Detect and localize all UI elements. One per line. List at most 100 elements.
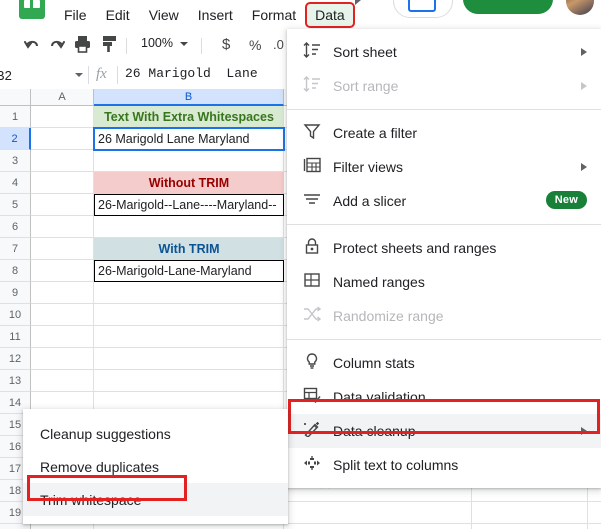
lightbulb-icon — [303, 353, 333, 373]
toolbar-divider-2 — [201, 38, 202, 54]
row-header-5[interactable]: 5 — [0, 194, 31, 216]
print-icon[interactable] — [74, 35, 91, 57]
menu-item-data-validation[interactable]: Data validation — [287, 380, 601, 414]
row-header-2[interactable]: 2 — [0, 128, 31, 150]
menu-item-data-cleanup[interactable]: Data cleanup — [287, 414, 601, 448]
cell-b1[interactable]: Text With Extra Whitespaces — [94, 106, 284, 128]
menu-item-column-stats[interactable]: Column stats — [287, 346, 601, 380]
paint-format-icon[interactable] — [101, 35, 118, 57]
menu-format[interactable]: Format — [244, 4, 304, 26]
submenu-item-trim-whitespace[interactable]: Trim whitespace — [23, 483, 288, 516]
menu-item-create-a-filter[interactable]: Create a filter — [287, 116, 601, 150]
row-header-4[interactable]: 4 — [0, 172, 31, 194]
toolbar-divider-1 — [126, 38, 127, 54]
submenu-item-cleanup-suggestions[interactable]: Cleanup suggestions — [23, 417, 288, 450]
row-header-3[interactable]: 3 — [0, 150, 31, 172]
row-header-9[interactable]: 9 — [0, 282, 31, 304]
zoom-chevron-down-icon[interactable] — [180, 42, 188, 46]
menu-item-sort-range: Sort range — [287, 69, 601, 103]
row-header-20[interactable]: 20 — [0, 524, 31, 529]
menu-item-protect-sheets-and-ranges[interactable]: Protect sheets and ranges — [287, 231, 601, 265]
cell-b8[interactable]: 26-Marigold-Lane-Maryland — [94, 260, 284, 282]
sort-icon — [303, 76, 333, 96]
google-sheets-window: File Edit View Insert Format Data 100% $… — [0, 0, 601, 529]
meet-camera-icon — [408, 0, 436, 12]
data-menu-dropdown: Sort sheet Sort range Create a filter Fi… — [287, 29, 601, 488]
name-box[interactable]: B2 — [0, 64, 84, 86]
meet-button[interactable] — [393, 0, 453, 18]
row-header-8[interactable]: 8 — [0, 260, 31, 282]
formula-bar-divider-1 — [88, 66, 89, 84]
menu-item-named-ranges[interactable]: Named ranges — [287, 265, 601, 299]
menu-item-add-a-slicer[interactable]: Add a slicer New — [287, 184, 601, 218]
cell-selection-b2 — [93, 127, 285, 151]
menu-item-label: Protect sheets and ranges — [333, 240, 497, 256]
menu-bar: File Edit View Insert Format Data — [0, 0, 601, 29]
submenu-arrow-icon — [581, 48, 587, 56]
cell-b5[interactable]: 26-Marigold--Lane----Maryland-- — [94, 194, 284, 216]
row-header-7[interactable]: 7 — [0, 238, 31, 260]
menu-item-filter-views[interactable]: Filter views — [287, 150, 601, 184]
row-header-12[interactable]: 12 — [0, 348, 31, 370]
cell-b7[interactable]: With TRIM — [94, 238, 284, 260]
menu-edit[interactable]: Edit — [98, 4, 138, 26]
comment-icon[interactable] — [351, 0, 377, 8]
data-validation-icon — [303, 387, 333, 407]
shuffle-icon — [303, 306, 333, 326]
zoom-level[interactable]: 100% — [141, 36, 173, 50]
menu-item-label: Named ranges — [333, 274, 425, 290]
submenu-arrow-icon — [581, 163, 587, 171]
undo-icon[interactable] — [24, 37, 41, 57]
submenu-arrow-icon — [581, 82, 587, 90]
row-header-11[interactable]: 11 — [0, 326, 31, 348]
data-cleanup-submenu: Cleanup suggestions Remove duplicates Tr… — [23, 409, 288, 524]
google-sheets-logo[interactable] — [19, 0, 45, 19]
row-header-6[interactable]: 6 — [0, 216, 31, 238]
menu-item-label: Data cleanup — [333, 423, 416, 439]
menu-item-sort-sheet[interactable]: Sort sheet — [287, 35, 601, 69]
slicer-icon — [303, 191, 333, 211]
submenu-arrow-icon — [581, 427, 587, 435]
formula-bar-divider-2 — [117, 66, 118, 84]
filter-icon — [303, 123, 333, 143]
menu-item-label: Column stats — [333, 355, 415, 371]
menu-item-split-text-to-columns[interactable]: Split text to columns — [287, 448, 601, 482]
menu-item-randomize-range: Randomize range — [287, 299, 601, 333]
column-header-b[interactable]: B — [94, 89, 284, 106]
magic-wand-icon — [303, 421, 333, 441]
submenu-item-remove-duplicates[interactable]: Remove duplicates — [23, 450, 288, 483]
sort-icon — [303, 42, 333, 62]
share-button[interactable] — [463, 0, 553, 14]
top-right-controls — [351, 0, 601, 29]
row-header-10[interactable]: 10 — [0, 304, 31, 326]
menu-insert[interactable]: Insert — [190, 4, 241, 26]
filter-views-icon — [303, 157, 333, 177]
column-header-a[interactable]: A — [31, 89, 94, 106]
menu-divider-3 — [287, 339, 601, 340]
currency-format-button[interactable]: $ — [222, 37, 230, 53]
cell-b4[interactable]: Without TRIM — [94, 172, 284, 194]
named-ranges-icon — [303, 272, 333, 292]
formula-input[interactable]: 26 Marigold Lane — [125, 66, 258, 81]
redo-icon[interactable] — [48, 37, 65, 57]
menu-item-label: Split text to columns — [333, 457, 459, 473]
select-all-corner[interactable] — [0, 89, 31, 106]
menu-file[interactable]: File — [56, 4, 95, 26]
row-header-1[interactable]: 1 — [0, 106, 31, 128]
decrease-decimal-button[interactable]: .0 — [273, 37, 284, 53]
menu-item-label: Filter views — [333, 159, 404, 175]
name-box-chevron-down-icon[interactable] — [75, 73, 83, 77]
menu-data[interactable]: Data — [305, 1, 355, 28]
menu-item-label: Sort range — [333, 78, 399, 94]
percent-format-button[interactable]: % — [249, 37, 261, 53]
menu-item-label: Data validation — [333, 389, 426, 405]
split-text-icon — [303, 455, 333, 475]
menu-item-label: Randomize range — [333, 308, 444, 324]
row-header-13[interactable]: 13 — [0, 370, 31, 392]
menu-view[interactable]: View — [141, 4, 187, 26]
menu-items: File Edit View Insert Format Data — [56, 0, 356, 29]
avatar[interactable] — [566, 0, 594, 15]
menu-item-label: Sort sheet — [333, 44, 397, 60]
menu-divider-2 — [287, 224, 601, 225]
menu-item-label: Create a filter — [333, 125, 418, 141]
